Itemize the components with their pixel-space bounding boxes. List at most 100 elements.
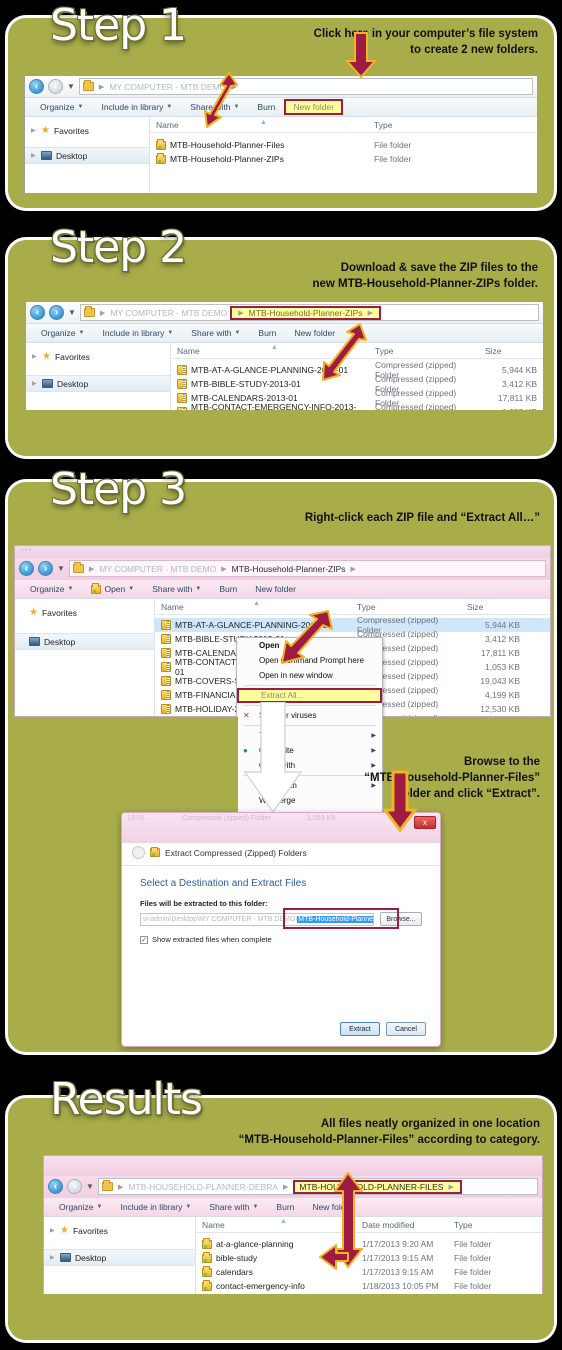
sidebar-item-favorites[interactable]: ▶ ★ Favorites — [44, 1222, 195, 1239]
checkbox[interactable]: ✓ — [140, 935, 148, 944]
double-arrow-folders-to-new-folder — [204, 72, 238, 128]
toolbar-new-folder[interactable]: New folder — [246, 584, 305, 594]
breadcrumb-item-highlighted[interactable]: ▶ MTB-Household-Planner-ZIPs ▶ — [230, 305, 381, 320]
context-menu-item-open-in-new-window[interactable]: Open in new window — [237, 668, 382, 683]
table-row[interactable]: contact-emergency-info 1/18/2013 10:05 PM… — [196, 1279, 542, 1293]
table-row[interactable]: at-a-glance-planning 1/17/2013 9:20 AM Fil… — [196, 1237, 542, 1251]
step-3-panel: Right-click each ZIP file and “Extract A… — [8, 468, 554, 1052]
column-header-type[interactable]: Type — [369, 346, 479, 356]
sort-indicator-icon: ▲ — [280, 1218, 287, 1225]
table-row[interactable]: calendars 1/17/2013 9:15 AM File folder — [196, 1265, 542, 1279]
ghost-titlebar: • • • — [15, 546, 550, 558]
toolbar-burn[interactable]: Burn — [210, 584, 246, 594]
breadcrumb-separator: ▶ — [88, 565, 95, 573]
context-menu-item-extract-all[interactable]: Extract All... — [237, 688, 382, 703]
toolbar-organize[interactable]: Organize ▼ — [50, 1202, 111, 1212]
sidebar-item-label: Favorites — [72, 1225, 108, 1236]
recent-pages-chevron-icon[interactable]: ▼ — [67, 82, 75, 91]
zip-file-icon — [161, 662, 171, 672]
chevron-down-icon: ▼ — [167, 330, 174, 336]
dialog-back-button[interactable] — [132, 846, 145, 859]
recent-pages-chevron-icon[interactable]: ▼ — [68, 308, 76, 317]
breadcrumb-item[interactable]: MTB-HOUSEHOLD-PLANNER-DEBRA — [128, 1182, 278, 1192]
monitor-icon — [41, 151, 52, 160]
zip-file-icon — [161, 676, 171, 686]
expand-chevron-icon[interactable]: ▶ — [50, 1254, 56, 1261]
back-button[interactable]: ‹ — [19, 561, 34, 576]
column-header-type[interactable]: Type — [351, 602, 461, 612]
date-modified: 1/17/2013 9:15 AM — [362, 1253, 434, 1263]
expand-chevron-icon[interactable]: ▶ — [32, 353, 38, 360]
chevron-down-icon: ▼ — [252, 1204, 259, 1210]
forward-button[interactable]: › — [49, 305, 64, 320]
checkbox-label: Show extracted files when complete — [152, 935, 272, 944]
expand-chevron-icon[interactable]: ▶ — [50, 1227, 56, 1234]
column-header-name[interactable]: Name — [150, 120, 368, 130]
extract-button[interactable]: Extract — [340, 1022, 380, 1036]
toolbar-organize[interactable]: Organize ▼ — [21, 584, 82, 594]
recent-pages-chevron-icon[interactable]: ▼ — [57, 564, 65, 573]
sidebar-item-label: Favorites — [53, 125, 89, 136]
back-button[interactable]: ‹ — [30, 305, 45, 320]
toolbar-share-with[interactable]: Share with ▼ — [200, 1202, 267, 1212]
back-button[interactable]: ‹ — [29, 79, 44, 94]
sidebar-item-favorites[interactable]: ▶ ★ Favorites — [26, 348, 170, 365]
folder-icon — [156, 153, 166, 164]
column-header-size[interactable]: Size — [479, 346, 543, 356]
toolbar-organize[interactable]: Organize ▼ — [32, 328, 93, 338]
zip-file-icon — [161, 634, 171, 644]
column-header-type[interactable]: Type — [448, 1220, 542, 1230]
back-button[interactable]: ‹ — [48, 1179, 63, 1194]
toolbar-share-with[interactable]: Share with ▼ — [182, 328, 249, 338]
table-row[interactable]: bible-study 1/17/2013 9:15 AM File folder — [196, 1251, 542, 1265]
expand-chevron-icon[interactable]: ▶ — [32, 380, 38, 387]
column-header-type[interactable]: Type — [368, 120, 537, 130]
forward-button[interactable]: › — [67, 1179, 82, 1194]
folder-icon — [150, 846, 160, 857]
chevron-down-icon: ▼ — [195, 586, 202, 592]
sidebar-item-desktop[interactable]: ▶ Desktop — [44, 1249, 195, 1266]
column-header-date-modified[interactable]: Date modified — [356, 1220, 448, 1230]
dialog-title-row: Extract Compressed (Zipped) Folders — [122, 843, 440, 865]
toolbar-organize[interactable]: Organize ▼ — [31, 102, 92, 112]
forward-button[interactable]: › — [48, 79, 63, 94]
toolbar-share-with[interactable]: Share with ▼ — [143, 584, 210, 594]
toolbar-burn[interactable]: Burn — [248, 102, 284, 112]
address-field[interactable]: ▶ MY COMPUTER - MTB DEMO ▶ MTB-Household… — [68, 560, 546, 577]
table-row[interactable]: MTB-Household-Planner-Files File folder — [150, 138, 537, 152]
toolbar-include-in-library[interactable]: Include in library ▼ — [92, 102, 181, 112]
toolbar-label: Organize — [41, 328, 76, 338]
toolbar-include-in-library[interactable]: Include in library ▼ — [111, 1202, 200, 1212]
down-arrow-to-new-folder — [345, 32, 377, 79]
close-icon[interactable]: x — [414, 816, 436, 829]
address-field[interactable]: ▶ MY COMPUTER - MTB DEMO ▶ — [78, 78, 533, 95]
sort-indicator-icon: ▲ — [260, 119, 267, 126]
expand-chevron-icon[interactable]: ▶ — [31, 152, 37, 159]
breadcrumb-item[interactable]: MY COMPUTER - MTB DEMO — [99, 564, 216, 574]
toolbar-burn[interactable]: Burn — [249, 328, 285, 338]
table-row[interactable]: MTB-Household-Planner-ZIPs File folder — [150, 152, 537, 166]
breadcrumb-item[interactable]: MY COMPUTER - MTB DEMO — [110, 308, 227, 318]
sidebar-item-desktop[interactable]: ▶ Desktop — [26, 375, 170, 392]
cancel-button[interactable]: Cancel — [386, 1022, 426, 1036]
expand-chevron-icon[interactable]: ▶ — [31, 127, 37, 134]
toolbar-new-folder[interactable]: New folder — [284, 99, 344, 115]
column-header-size[interactable]: Size — [461, 602, 550, 612]
sidebar-item-desktop[interactable]: Desktop — [15, 633, 154, 650]
toolbar-include-in-library[interactable]: Include in library ▼ — [93, 328, 182, 338]
column-headers: Name Type Size — [155, 599, 550, 615]
forward-button[interactable]: › — [38, 561, 53, 576]
file-name: at-a-glance-planning — [216, 1239, 294, 1249]
zip-file-icon — [177, 379, 187, 389]
breadcrumb-item[interactable]: MTB-Household-Planner-ZIPs — [232, 564, 346, 574]
button-label: Extract — [349, 1025, 371, 1033]
toolbar-open[interactable]: Open ▼ — [82, 583, 143, 594]
toolbar-burn[interactable]: Burn — [267, 1202, 303, 1212]
address-field[interactable]: ▶ MY COMPUTER - MTB DEMO ▶ MTB-Household… — [79, 304, 539, 321]
sidebar-item-favorites[interactable]: ▶ ★ Favorites — [25, 122, 149, 139]
show-extracted-checkbox-row[interactable]: ✓ Show extracted files when complete — [140, 935, 422, 944]
instruction-line: “MTB-Household-Planner-Files” according … — [238, 1134, 540, 1146]
sidebar-item-desktop[interactable]: ▶ Desktop — [25, 147, 149, 164]
recent-pages-chevron-icon[interactable]: ▼ — [86, 1182, 94, 1191]
sidebar-item-favorites[interactable]: ★ Favorites — [15, 604, 154, 621]
